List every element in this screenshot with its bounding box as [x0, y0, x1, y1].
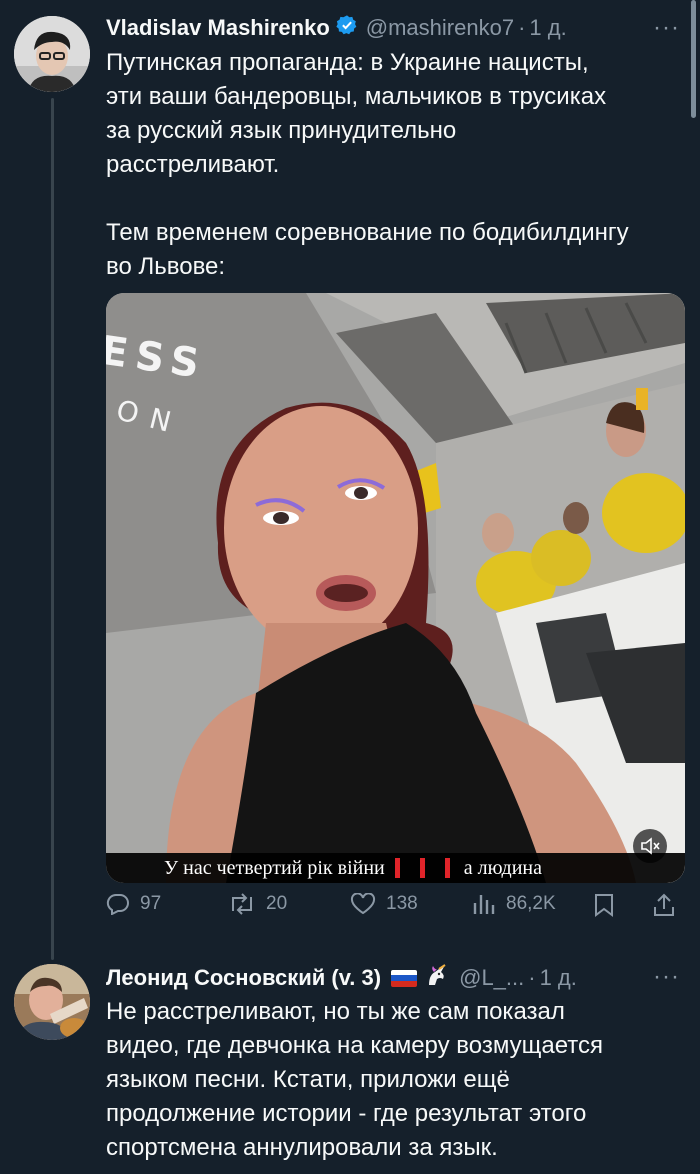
share-button[interactable]	[652, 893, 686, 917]
tweet-text: Не расстреливают, но ты же сам показал в…	[106, 995, 691, 1165]
thread-connector-line	[51, 98, 54, 960]
tweet-text: Путинская пропаганда: в Украине нацисты,…	[106, 46, 691, 284]
tweet-actions: 97 20 138 86,2K	[106, 893, 691, 925]
like-count: 138	[386, 893, 418, 914]
heart-icon	[350, 893, 376, 915]
tweet-header: Vladislav Mashirenko @mashirenko7 · 1 д.	[106, 14, 567, 42]
red-mark-icon	[394, 858, 400, 878]
tweet-text-line: во Львове:	[106, 253, 226, 280]
caption-text: У нас четвертий рік війни	[164, 856, 385, 879]
tweet-header: Леонид Сосновский (v. 3) @L_... · 1 д.	[106, 963, 577, 993]
reply-button[interactable]: 97	[106, 893, 161, 915]
avatar-photo	[14, 16, 90, 92]
video-player[interactable]: ESS ON У нас четвертий рік війни а людин…	[106, 293, 685, 883]
separator-dot: ·	[518, 15, 526, 40]
timestamp[interactable]: 1 д.	[540, 965, 577, 991]
handle[interactable]: @mashirenko7	[366, 15, 514, 41]
avatar[interactable]	[14, 964, 90, 1040]
display-name[interactable]: Vladislav Mashirenko	[106, 15, 330, 41]
video-caption: У нас четвертий рік війни а людина	[164, 855, 542, 881]
tweet-text-line: языком песни. Кстати, приложи ещё	[106, 1066, 510, 1093]
display-name[interactable]: Леонид Сосновский (v. 3)	[106, 965, 381, 991]
avatar-photo	[14, 964, 90, 1040]
bookmark-button[interactable]	[593, 893, 625, 917]
timestamp[interactable]: 1 д.	[529, 15, 566, 41]
avatar[interactable]	[14, 16, 90, 92]
tweet-text-line: эти ваши бандеровцы, мальчиков в трусика…	[106, 83, 607, 110]
tweet-text-line: продолжение истории - где результат этог…	[106, 1100, 587, 1127]
tweet-text-line	[106, 182, 691, 216]
red-mark-icon	[444, 858, 450, 878]
reply-icon	[106, 893, 129, 915]
views-button[interactable]: 86,2K	[472, 893, 556, 915]
caption-text-tail: а людина	[463, 856, 543, 879]
tweet-text-line: видео, где девчонка на камеру возмущаетс…	[106, 1032, 603, 1059]
wall-text: ON	[113, 393, 186, 442]
reply-count: 97	[140, 893, 162, 914]
repost-count: 20	[266, 893, 288, 914]
repost-button[interactable]: 20	[228, 893, 287, 915]
separator-dot: ·	[528, 965, 536, 990]
tweet-text-line: за русский язык принудительно	[106, 117, 457, 144]
tweet-text-line: спортсмена аннулировали за язык.	[106, 1134, 498, 1161]
more-options-icon[interactable]: ···	[653, 14, 680, 42]
tweet-text-line: Путинская пропаганда: в Украине нацисты,	[106, 49, 589, 76]
wall-lettering: ESS ON	[106, 293, 366, 453]
like-button[interactable]: 138	[350, 893, 418, 915]
more-options-icon[interactable]: ···	[653, 963, 680, 991]
unicorn-icon	[425, 963, 449, 993]
wall-text: ESS	[106, 327, 210, 389]
bookmark-icon	[595, 894, 613, 917]
tweet-text-line: Тем временем соревнование по бодибилдинг…	[106, 219, 629, 246]
red-mark-icon	[419, 858, 425, 878]
scrollbar[interactable]	[691, 0, 696, 118]
share-icon	[654, 893, 674, 916]
mute-icon[interactable]	[633, 829, 667, 863]
tweet-text-line: Не расстреливают, но ты же сам показал	[106, 998, 565, 1025]
verified-badge-icon	[336, 14, 358, 42]
views-count: 86,2K	[506, 893, 556, 914]
flag-icon	[391, 969, 418, 987]
handle[interactable]: @L_...	[459, 965, 524, 991]
analytics-icon	[473, 895, 495, 914]
repost-icon	[232, 893, 252, 915]
tweet-text-line: расстреливают.	[106, 151, 280, 178]
